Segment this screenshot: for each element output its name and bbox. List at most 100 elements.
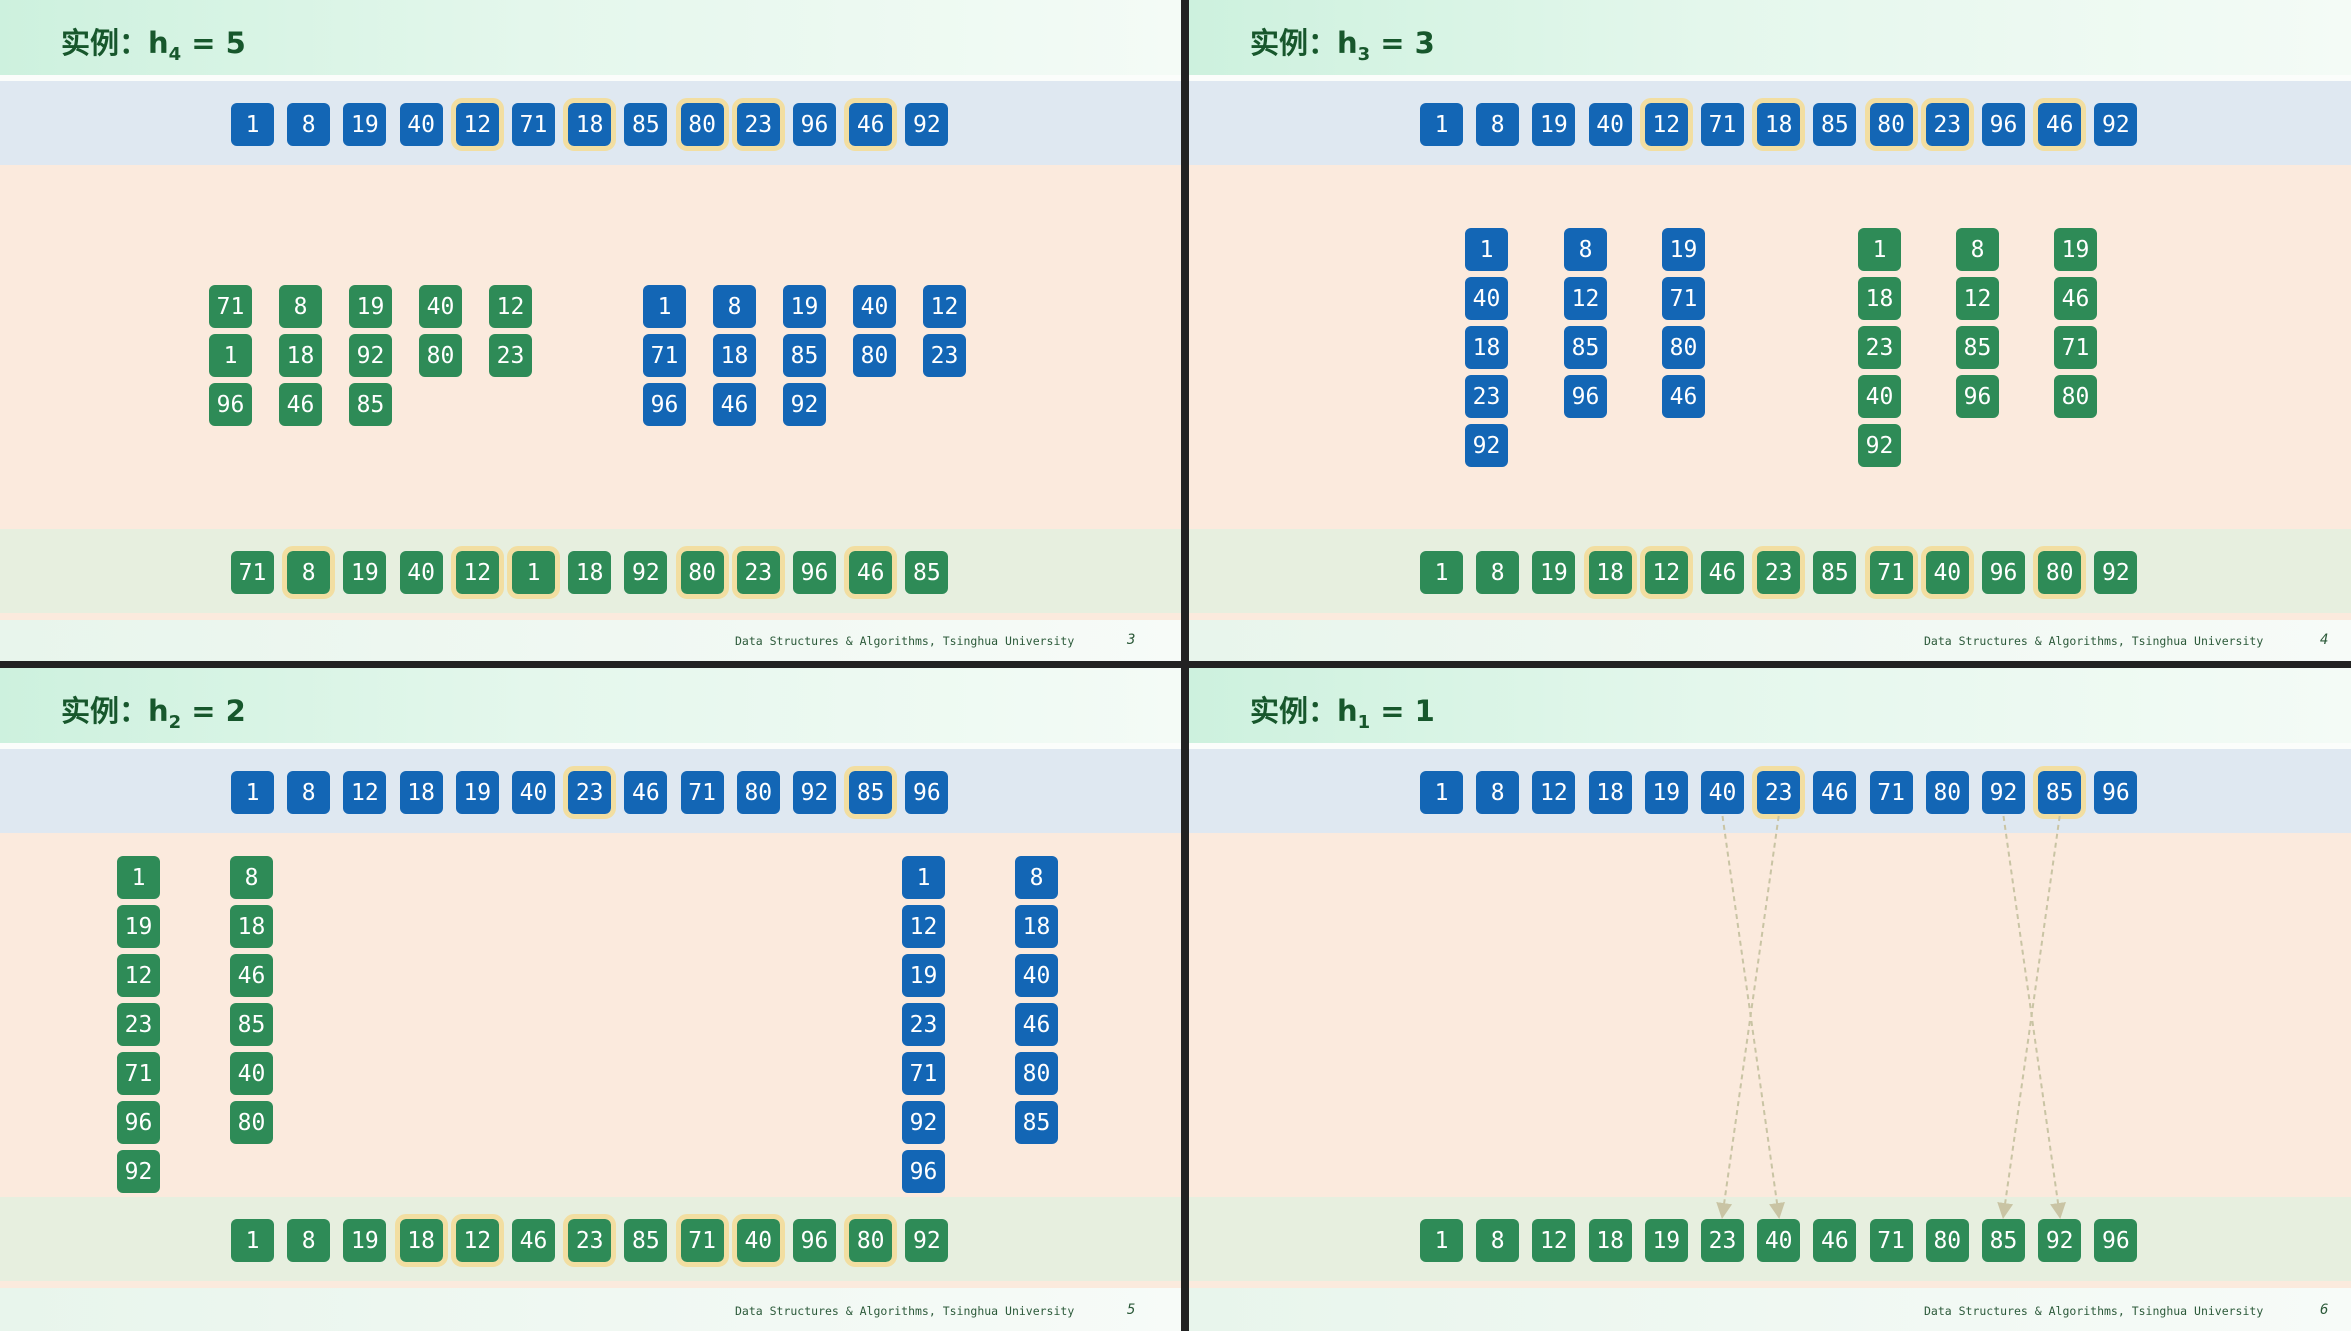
slide-5: 实例：h2 = 2 Data Structures & Algorithms, T… <box>0 668 1181 1331</box>
input-cell: 92 <box>2094 103 2138 146</box>
subsequence-cell: 96 <box>1956 375 1999 418</box>
subsequence-cell: 92 <box>349 334 392 377</box>
input-cell: 19 <box>343 103 387 146</box>
subsequence-cell: 12 <box>117 954 160 997</box>
output-cell: 85 <box>1813 551 1857 594</box>
output-cell: 12 <box>450 546 504 599</box>
output-cell: 40 <box>1920 546 1974 599</box>
output-cell: 40 <box>399 551 443 594</box>
input-cell: 85 <box>844 766 898 819</box>
subsequence-cell: 71 <box>902 1052 945 1095</box>
subsequence-cell: 96 <box>209 383 252 426</box>
subsequence-cell: 92 <box>902 1101 945 1144</box>
subsequence-cell: 18 <box>279 334 322 377</box>
subsequence-cell: 23 <box>489 334 532 377</box>
title-subscript: 2 <box>168 711 182 733</box>
subsequence-cell: 12 <box>923 285 966 328</box>
input-cell: 46 <box>844 98 898 151</box>
input-cell: 8 <box>287 771 331 814</box>
page-number: 3 <box>1127 632 1136 648</box>
subsequence-cell: 40 <box>1465 277 1508 320</box>
output-cell: 40 <box>731 1214 785 1267</box>
output-cell: 92 <box>624 551 668 594</box>
output-cell: 46 <box>512 1219 555 1262</box>
input-cell: 19 <box>1532 103 1576 146</box>
subsequence-cell: 12 <box>902 905 945 948</box>
swap-arrows <box>1716 815 2066 1219</box>
slide-4: 实例：h3 = 3 Data Structures & Algorithms, T… <box>1189 0 2351 661</box>
subsequence-cell: 19 <box>1662 228 1705 271</box>
input-cell: 71 <box>680 771 724 814</box>
subsequence-cell: 96 <box>1564 375 1607 418</box>
output-cell: 23 <box>1752 546 1806 599</box>
subsequence-cell: 18 <box>1015 905 1058 948</box>
output-cell: 18 <box>1583 546 1637 599</box>
subsequence-cell: 92 <box>1465 424 1508 467</box>
footer-text: Data Structures & Algorithms, Tsinghua U… <box>1924 634 2264 648</box>
subsequence-cell: 12 <box>489 285 532 328</box>
footer-text: Data Structures & Algorithms, Tsinghua U… <box>735 634 1075 648</box>
subsequence-cell: 8 <box>230 856 273 899</box>
subsequence-cell: 19 <box>117 905 160 948</box>
subsequence-cell: 23 <box>117 1003 160 1046</box>
output-cell: 1 <box>1420 551 1463 594</box>
output-cell: 80 <box>844 1214 898 1267</box>
title-suffix: = 2 <box>181 694 246 728</box>
input-cell: 46 <box>2033 98 2087 151</box>
page-number: 4 <box>2320 632 2329 648</box>
subsequence-cell: 46 <box>1015 1003 1058 1046</box>
title-prefix: 实例：h <box>61 694 169 728</box>
output-cell: 46 <box>844 546 898 599</box>
subsequence-cell: 8 <box>1564 228 1607 271</box>
slide-title: 实例：h3 = 3 <box>1250 20 1435 65</box>
input-cell: 96 <box>1982 103 2025 146</box>
input-cell: 8 <box>1476 103 1520 146</box>
subsequence-cell: 19 <box>349 285 392 328</box>
title-suffix: = 3 <box>1370 26 1435 60</box>
input-cell: 46 <box>624 771 668 814</box>
title-subscript: 4 <box>168 43 182 65</box>
subsequence-cell: 71 <box>643 334 686 377</box>
input-cell: 80 <box>675 98 729 151</box>
input-cell: 96 <box>905 771 949 814</box>
input-cell: 12 <box>1639 98 1693 151</box>
output-cell: 96 <box>1982 551 2025 594</box>
title-subscript: 3 <box>1357 43 1371 65</box>
footer-text: Data Structures & Algorithms, Tsinghua U… <box>735 1304 1075 1318</box>
subsequence-cell: 96 <box>643 383 686 426</box>
input-cell: 71 <box>512 103 555 146</box>
subsequence-cell: 80 <box>230 1101 273 1144</box>
subsequence-cell: 80 <box>2054 375 2097 418</box>
subsequence-cell: 18 <box>1465 326 1508 369</box>
output-cell: 80 <box>675 546 729 599</box>
subsequence-cell: 96 <box>117 1101 160 1144</box>
output-cell: 80 <box>2033 546 2087 599</box>
subsequence-cell: 40 <box>853 285 896 328</box>
subsequence-cell: 92 <box>1858 424 1901 467</box>
subsequence-cell: 71 <box>209 285 252 328</box>
input-cell: 85 <box>624 103 668 146</box>
subsequence-cell: 80 <box>1015 1052 1058 1095</box>
subsequence-cell: 23 <box>1858 326 1901 369</box>
input-cell: 1 <box>231 771 274 814</box>
output-cell: 92 <box>2094 551 2138 594</box>
input-cell: 40 <box>512 771 555 814</box>
subsequence-cell: 40 <box>1858 375 1901 418</box>
subsequence-cell: 46 <box>2054 277 2097 320</box>
subsequence-cell: 85 <box>1564 326 1607 369</box>
output-cell: 96 <box>793 1219 836 1262</box>
subsequence-cell: 19 <box>2054 228 2097 271</box>
output-cell: 19 <box>1532 551 1576 594</box>
title-suffix: = 5 <box>181 26 246 60</box>
subsequence-cell: 85 <box>230 1003 273 1046</box>
input-cell: 19 <box>455 771 499 814</box>
subsequence-cell: 8 <box>1956 228 1999 271</box>
input-cell: 71 <box>1701 103 1744 146</box>
output-cell: 23 <box>731 546 785 599</box>
output-cell: 92 <box>905 1219 949 1262</box>
subsequence-cell: 40 <box>230 1052 273 1095</box>
subsequence-cell: 92 <box>783 383 826 426</box>
input-cell: 85 <box>1813 103 1857 146</box>
output-cell: 18 <box>394 1214 448 1267</box>
subsequence-cell: 46 <box>1662 375 1705 418</box>
